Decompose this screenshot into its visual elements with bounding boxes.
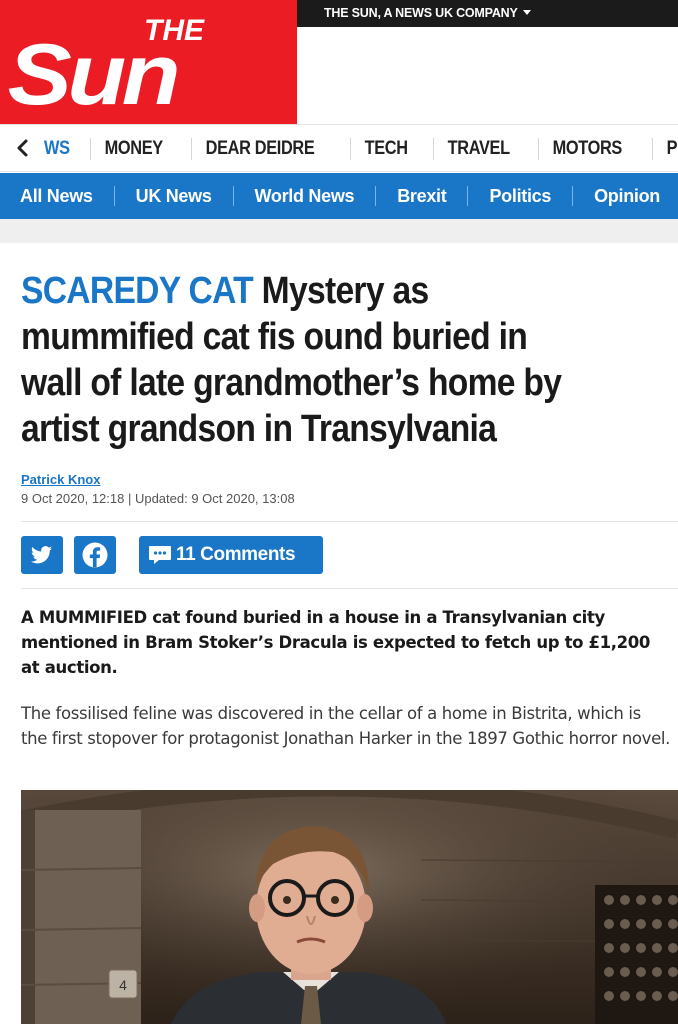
nav-item-news[interactable]: WS (44, 138, 83, 160)
article-lead-paragraph: A MUMMIFIED cat found buried in a house … (21, 608, 651, 677)
comments-count-label: 11 Comments (176, 544, 296, 565)
section-nav: WS MONEY DEAR DEIDRE TECH TRAVEL MOTORS … (0, 124, 678, 172)
sub-nav-world-news[interactable]: World News (232, 186, 376, 206)
facebook-share-button[interactable] (74, 536, 116, 574)
the-sun-logo[interactable]: THE Sun (0, 0, 297, 124)
nav-item-money[interactable]: MONEY (89, 138, 177, 160)
headline-kicker: SCAREDY CAT (21, 270, 254, 312)
nav-spacer (0, 219, 678, 243)
twitter-share-button[interactable] (21, 536, 63, 574)
twitter-icon (30, 546, 52, 564)
company-bar: THE SUN, A NEWS UK COMPANY (297, 0, 678, 27)
news-sub-nav: All News UK News World News Brexit Polit… (0, 173, 678, 219)
masthead: THE Sun THE SUN, A NEWS UK COMPANY (0, 0, 678, 124)
article-headline: SCAREDY CAT Mystery as mummified cat fis… (21, 268, 587, 452)
article-photo[interactable]: 4 (21, 790, 678, 1024)
nav-item-motors[interactable]: MOTORS (538, 138, 636, 160)
chevron-left-icon[interactable] (13, 136, 33, 160)
company-link[interactable]: THE SUN, A NEWS UK COMPANY (324, 6, 531, 20)
nav-item-dear-deidre[interactable]: DEAR DEIDRE (190, 138, 328, 160)
caret-down-icon (522, 10, 531, 15)
nav-item-tech[interactable]: TECH (350, 138, 421, 160)
article-dateline: 9 Oct 2020, 12:18 | Updated: 9 Oct 2020,… (21, 491, 295, 506)
sub-nav-all-news[interactable]: All News (20, 186, 114, 206)
divider (21, 588, 678, 589)
comments-button[interactable]: 11 Comments (139, 536, 323, 574)
sub-nav-politics[interactable]: Politics (467, 186, 572, 206)
divider (21, 521, 678, 522)
facebook-icon (82, 542, 108, 568)
nav-item-puzzles[interactable]: PUZZLES (652, 138, 678, 160)
sub-nav-opinion[interactable]: Opinion (572, 186, 678, 206)
comment-bubble-icon (149, 546, 171, 564)
article-body-paragraph: The fossilised feline was discovered in … (21, 704, 671, 748)
logo-sun-text: Sun (8, 27, 177, 123)
section-nav-items: WS MONEY DEAR DEIDRE TECH TRAVEL MOTORS … (44, 125, 678, 171)
sub-nav-brexit[interactable]: Brexit (375, 186, 467, 206)
author-link[interactable]: Patrick Knox (21, 472, 100, 487)
photo-tag-number: 4 (119, 977, 127, 993)
nav-item-travel[interactable]: TRAVEL (433, 138, 523, 160)
sub-nav-uk-news[interactable]: UK News (113, 186, 233, 206)
